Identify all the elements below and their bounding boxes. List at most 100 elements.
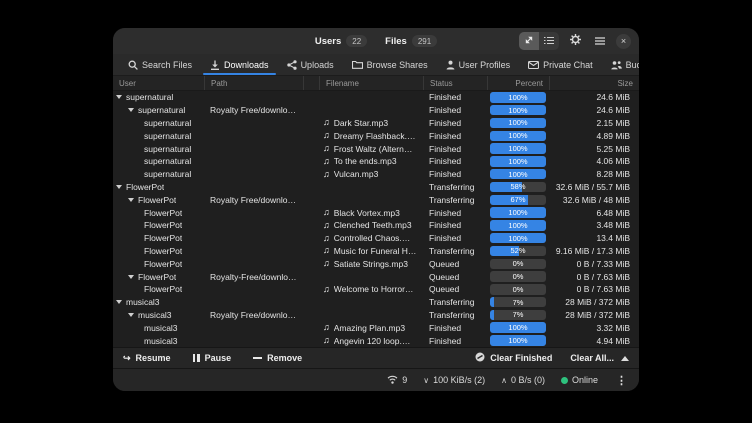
row-status: Finished (423, 144, 487, 154)
column-header-size[interactable]: Size (549, 76, 639, 90)
table-row[interactable]: supernatural ♫ Vulcan.mp3 Finished 100% … (113, 168, 639, 181)
progress-percent: 100% (490, 169, 546, 180)
progress-percent: 100% (490, 118, 546, 129)
column-header-percent[interactable]: Percent (487, 76, 549, 90)
progress-bar: 100% (490, 169, 546, 180)
resume-icon: ↪ (123, 353, 131, 364)
progress-percent: 100% (490, 207, 546, 218)
row-size: 32.6 MiB / 55.7 MiB (549, 182, 639, 192)
hamburger-icon (595, 32, 605, 50)
table-row[interactable]: FlowerPot ♫ Welcome to HorrorLand - hi.m… (113, 283, 639, 296)
table-row[interactable]: musical3 ♫ Transferring 7% 28 MiB / 372 … (113, 296, 639, 309)
row-status: Finished (423, 118, 487, 128)
download-speed-button[interactable]: ∨ 100 KiB/s (2) (423, 375, 485, 385)
table-row[interactable]: musical3 ♫ Amazing Plan.mp3 Finished 100… (113, 321, 639, 334)
list-view-button[interactable] (539, 32, 559, 50)
online-status-button[interactable]: Online (561, 375, 598, 385)
statusbar-menu-button[interactable]: ⋮ (614, 374, 629, 387)
table-row[interactable]: supernatural ♫ Finished 100% 24.6 MiB (113, 91, 639, 104)
tab-private-chat[interactable]: Private Chat (519, 54, 602, 75)
table-row[interactable]: FlowerPot ♫ Music for Funeral Home - Par… (113, 245, 639, 258)
music-note-icon: ♫ (323, 118, 330, 127)
column-header-status[interactable]: Status (423, 76, 487, 90)
table-row[interactable]: supernatural ♫ Dreamy Flashback.mp3 Fini… (113, 129, 639, 142)
tab-browse-shares[interactable]: Browse Shares (343, 54, 437, 75)
expander-icon[interactable] (116, 185, 122, 189)
column-header-spacer[interactable] (303, 76, 319, 90)
music-note-icon: ♫ (323, 323, 330, 332)
expander-icon[interactable] (128, 313, 134, 317)
row-status: Queued (423, 272, 487, 282)
progress-percent: 100% (490, 131, 546, 142)
row-size: 28 MiB / 372 MiB (549, 310, 639, 320)
progress-percent: 0% (490, 271, 546, 282)
resume-button[interactable]: ↪ Resume (123, 353, 171, 364)
progress-bar: 67% (490, 195, 546, 206)
row-size: 3.32 MiB (549, 323, 639, 333)
tab-user-profiles[interactable]: User Profiles (437, 54, 520, 75)
clear-all-menu-button[interactable]: Clear All... (570, 353, 629, 363)
table-row[interactable]: musical3 Royalty Free/downloads/nicoti ♫… (113, 309, 639, 322)
row-user: supernatural (126, 92, 173, 102)
table-row[interactable]: musical3 ♫ Angevin 120 loop.mp3 Finished… (113, 334, 639, 347)
pause-button[interactable]: Pause (193, 353, 232, 363)
progress-percent: 100% (490, 220, 546, 231)
table-row[interactable]: FlowerPot Royalty Free/downloads/nicoti … (113, 193, 639, 206)
column-header-path[interactable]: Path (204, 76, 303, 90)
row-size: 24.6 MiB (549, 92, 639, 102)
column-header-filename[interactable]: Filename (319, 76, 423, 90)
music-note-icon: ♫ (323, 246, 330, 255)
progress-bar: 100% (490, 131, 546, 142)
expander-icon[interactable] (116, 300, 122, 304)
table-row[interactable]: FlowerPot ♫ Controlled Chaos.mp3 Finishe… (113, 232, 639, 245)
expand-collapse-button[interactable] (519, 32, 539, 50)
progress-bar: 100% (490, 207, 546, 218)
table-row[interactable]: FlowerPot Royalty-Free/downloads/nicoti … (113, 270, 639, 283)
row-path: Royalty Free/downloads/nicoti (204, 105, 303, 115)
table-row[interactable]: supernatural ♫ To the ends.mp3 Finished … (113, 155, 639, 168)
clear-finished-button[interactable]: Clear Finished (475, 352, 552, 364)
row-path: Royalty Free/downloads/nicoti (204, 310, 303, 320)
table-row[interactable]: supernatural Royalty Free/downloads/nico… (113, 104, 639, 117)
clear-icon (475, 352, 485, 364)
expander-icon[interactable] (128, 108, 134, 112)
row-filename: Angevin 120 loop.mp3 (334, 336, 417, 346)
row-size: 32.6 MiB / 48 MiB (549, 195, 639, 205)
nicotine-plus-window: Users 22 Files 291 (113, 28, 639, 391)
tab-uploads[interactable]: Uploads (278, 54, 343, 75)
expander-icon[interactable] (128, 275, 134, 279)
minus-icon (253, 357, 262, 359)
progress-percent: 100% (490, 143, 546, 154)
table-row[interactable]: FlowerPot ♫ Clenched Teeth.mp3 Finished … (113, 219, 639, 232)
titlebar[interactable]: Users 22 Files 291 (113, 28, 639, 54)
row-status: Finished (423, 156, 487, 166)
row-size: 8.28 MiB (549, 169, 639, 179)
table-row[interactable]: FlowerPot ♫ Satiate Strings.mp3 Queued 0… (113, 257, 639, 270)
view-toggle-group (519, 32, 559, 50)
tab-buddies[interactable]: Buddies (602, 54, 639, 75)
connections-indicator[interactable]: 9 (387, 375, 407, 386)
tab-search-files[interactable]: Search Files (119, 54, 201, 75)
upload-speed-value: 0 B/s (0) (511, 375, 545, 385)
column-header-user[interactable]: User (113, 76, 204, 90)
row-size: 13.4 MiB (549, 233, 639, 243)
table-row[interactable]: FlowerPot ♫ Transferring 58% 32.6 MiB / … (113, 181, 639, 194)
table-row[interactable]: supernatural ♫ Frost Waltz (Alternate).m… (113, 142, 639, 155)
main-menu-button[interactable] (591, 32, 609, 50)
table-row[interactable]: supernatural ♫ Dark Star.mp3 Finished 10… (113, 117, 639, 130)
row-size: 5.25 MiB (549, 144, 639, 154)
row-status: Queued (423, 284, 487, 294)
close-button[interactable]: × (616, 34, 631, 49)
row-user: supernatural (144, 131, 191, 141)
expander-icon[interactable] (116, 95, 122, 99)
table-row[interactable]: FlowerPot ♫ Black Vortex.mp3 Finished 10… (113, 206, 639, 219)
tab-downloads[interactable]: Downloads (201, 54, 278, 75)
upload-speed-button[interactable]: ∧ 0 B/s (0) (501, 375, 545, 385)
row-size: 3.48 MiB (549, 220, 639, 230)
progress-bar: 100% (490, 220, 546, 231)
settings-button[interactable] (566, 32, 584, 50)
expander-icon[interactable] (128, 198, 134, 202)
row-size: 4.94 MiB (549, 336, 639, 346)
remove-button[interactable]: Remove (253, 353, 302, 363)
users-label: Users (315, 36, 341, 47)
